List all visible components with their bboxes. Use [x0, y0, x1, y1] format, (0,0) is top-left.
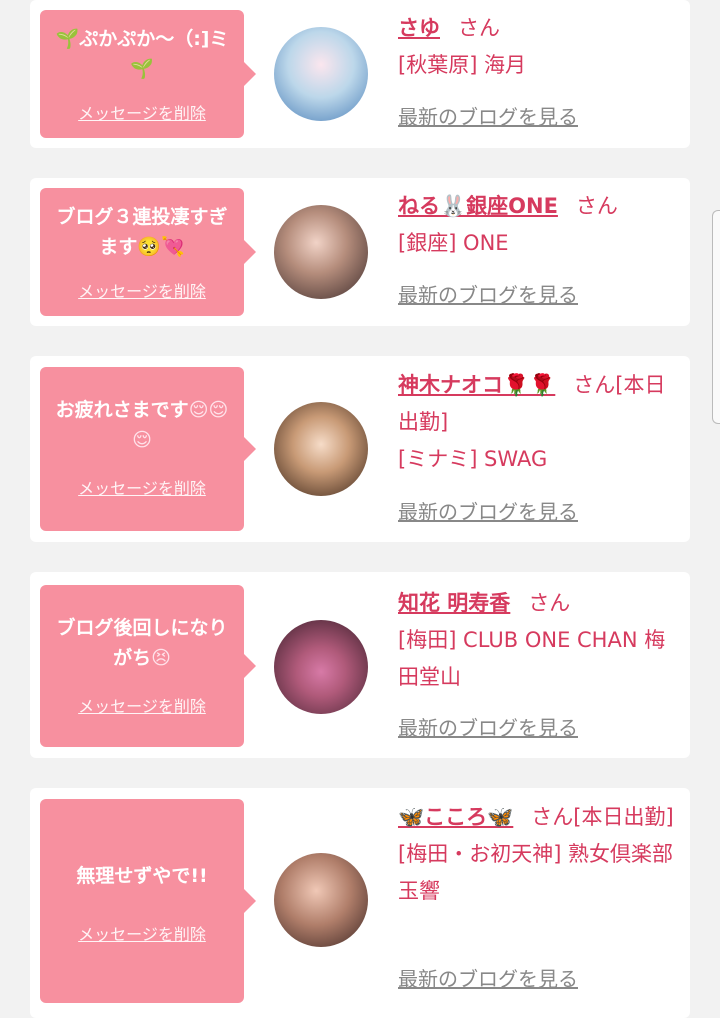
avatar[interactable] [274, 205, 368, 299]
message-bubble: お疲れさまです😌😌😌 メッセージを削除 [40, 367, 256, 531]
delete-message-link[interactable]: メッセージを削除 [40, 475, 244, 499]
profile-info: 🦋こころ🦋 さん[本日出勤] [梅田・お初天神] 熟女倶楽部 玉響 最新のブログを… [398, 799, 680, 1003]
profile-name-link[interactable]: 🦋こころ🦋 [398, 805, 513, 829]
latest-blog-link[interactable]: 最新のブログを見る [398, 280, 578, 310]
shop-label: [秋葉原] 海月 [398, 53, 527, 77]
profile-name-link[interactable]: ねる🐰銀座ONE [398, 194, 558, 218]
profile-info: さゆ さん [秋葉原] 海月 最新のブログを見る [398, 10, 680, 138]
profile-info: 知花 明寿香 さん [梅田] CLUB ONE CHAN 梅田堂山 最新のブログを… [398, 585, 680, 747]
latest-blog-link[interactable]: 最新のブログを見る [398, 964, 578, 994]
message-card: ブログ３連投凄すぎます🥺💘 メッセージを削除 ねる🐰銀座ONE さん [銀座] O… [30, 178, 690, 326]
avatar[interactable] [274, 853, 368, 947]
message-card: お疲れさまです😌😌😌 メッセージを削除 神木ナオコ🌹🌹 さん[本日出勤] [ミナミ… [30, 356, 690, 542]
message-text: 無理せずやで!! [76, 865, 208, 887]
avatar[interactable] [274, 27, 368, 121]
profile-name-link[interactable]: 知花 明寿香 [398, 591, 510, 615]
delete-message-link[interactable]: メッセージを削除 [40, 921, 244, 945]
message-text: 🌱ぷかぷか〜（:]ミ🌱 [55, 28, 229, 80]
message-text: ブログ３連投凄すぎます🥺💘 [56, 206, 228, 258]
message-bubble: ブログ３連投凄すぎます🥺💘 メッセージを削除 [40, 188, 256, 316]
message-card: 🌱ぷかぷか〜（:]ミ🌱 メッセージを削除 さゆ さん [秋葉原] 海月 最新のブロ… [30, 0, 690, 148]
message-bubble: 無理せずやで!! メッセージを削除 [40, 799, 256, 1003]
scrollbar[interactable] [712, 210, 720, 424]
profile-info: 神木ナオコ🌹🌹 さん[本日出勤] [ミナミ] SWAG 最新のブログを見る [398, 367, 680, 531]
latest-blog-link[interactable]: 最新のブログを見る [398, 713, 578, 743]
message-bubble: ブログ後回しになりがち😣 メッセージを削除 [40, 585, 256, 747]
message-card: 無理せずやで!! メッセージを削除 🦋こころ🦋 さん[本日出勤] [梅田・お初天神… [30, 788, 690, 1018]
latest-blog-link[interactable]: 最新のブログを見る [398, 102, 578, 132]
profile-info: ねる🐰銀座ONE さん [銀座] ONE 最新のブログを見る [398, 188, 680, 316]
shop-label: [梅田・お初天神] 熟女倶楽部 玉響 [398, 842, 674, 903]
message-bubble: 🌱ぷかぷか〜（:]ミ🌱 メッセージを削除 [40, 10, 256, 138]
message-text: ブログ後回しになりがち😣 [56, 617, 228, 669]
profile-name-link[interactable]: さゆ [398, 16, 440, 40]
shop-label: [梅田] CLUB ONE CHAN 梅田堂山 [398, 628, 666, 689]
message-text: お疲れさまです😌😌😌 [55, 399, 229, 451]
delete-message-link[interactable]: メッセージを削除 [40, 693, 244, 717]
latest-blog-link[interactable]: 最新のブログを見る [398, 497, 578, 527]
delete-message-link[interactable]: メッセージを削除 [40, 278, 244, 302]
profile-name-link[interactable]: 神木ナオコ🌹🌹 [398, 373, 555, 397]
shop-label: [ミナミ] SWAG [398, 447, 548, 471]
message-card: ブログ後回しになりがち😣 メッセージを削除 知花 明寿香 さん [梅田] CLUB… [30, 572, 690, 758]
avatar[interactable] [274, 620, 368, 714]
delete-message-link[interactable]: メッセージを削除 [40, 100, 244, 124]
avatar[interactable] [274, 402, 368, 496]
shop-label: [銀座] ONE [398, 231, 509, 255]
